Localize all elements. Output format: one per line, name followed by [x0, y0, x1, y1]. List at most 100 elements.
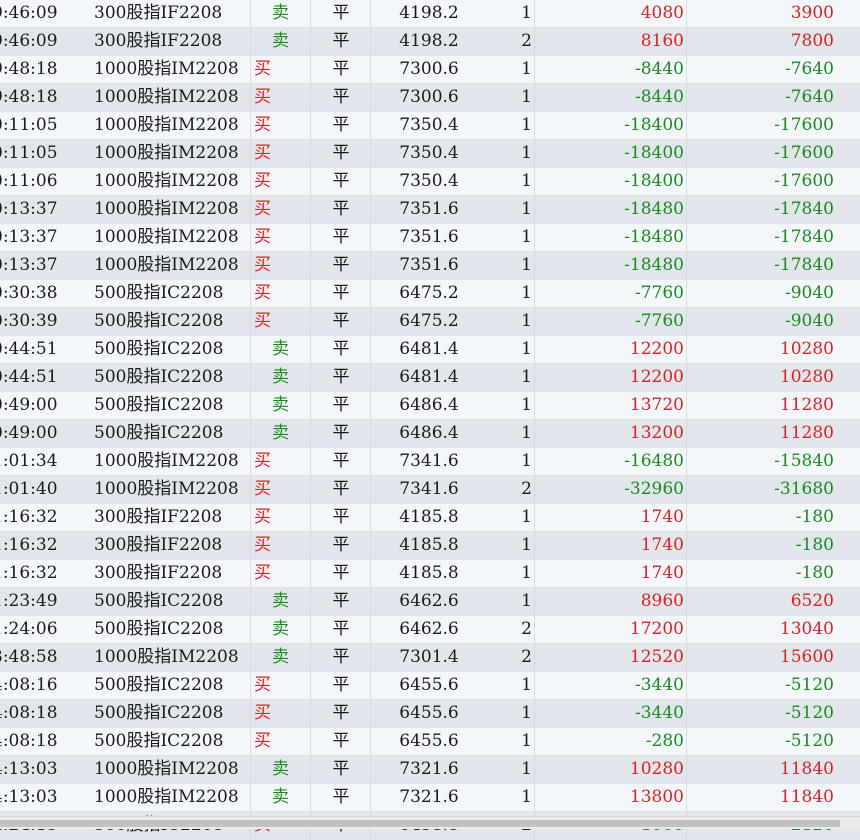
- trade-time-cell: 0:11:06: [0, 171, 58, 191]
- table-row[interactable]: 0:30:38 500股指IC2208 买 平 6475.2 1 -7760 -…: [0, 280, 860, 308]
- contract-name-cell: 300股指IF2208: [94, 3, 223, 23]
- direction-cell: 买: [254, 115, 271, 135]
- trade-price-cell: 7341.6: [399, 479, 459, 499]
- pnl-alt-cell: -9040: [784, 283, 834, 303]
- table-row[interactable]: 1:01:34 1000股指IM2208 买 平 7341.6 1 -16480…: [0, 448, 860, 476]
- direction-cell: 买: [254, 479, 271, 499]
- trade-price-cell: 7321.6: [399, 759, 459, 779]
- table-row[interactable]: 0:49:00 500股指IC2208 卖 平 6486.4 1 13720 1…: [0, 392, 860, 420]
- table-row[interactable]: 0:13:37 1000股指IM2208 买 平 7351.6 1 -18480…: [0, 252, 860, 280]
- table-row[interactable]: 1:16:32 300股指IF2208 买 平 4185.8 1 1740 -1…: [0, 504, 860, 532]
- direction-cell: 买: [254, 171, 271, 191]
- trade-price-cell: 6475.2: [399, 283, 459, 303]
- trade-price-cell: 6462.6: [399, 619, 459, 639]
- table-row[interactable]: 0:11:06 1000股指IM2208 买 平 7350.4 1 -18400…: [0, 168, 860, 196]
- trade-time-cell: 1:24:06: [0, 619, 58, 639]
- offset-cell: 平: [332, 339, 350, 359]
- pnl-cell: 12200: [629, 339, 684, 359]
- table-row[interactable]: 0:49:00 500股指IC2208 卖 平 6486.4 1 13200 1…: [0, 420, 860, 448]
- table-row[interactable]: 1:24:06 500股指IC2208 卖 平 6462.6 2 17200 1…: [0, 616, 860, 644]
- pnl-cell: -16480: [624, 451, 684, 471]
- contract-name-cell: 500股指IC2208: [94, 731, 224, 751]
- offset-cell: 平: [332, 115, 350, 135]
- offset-cell: 平: [332, 647, 350, 667]
- table-row[interactable]: 0:30:39 500股指IC2208 买 平 6475.2 1 -7760 -…: [0, 308, 860, 336]
- quantity-cell: 1: [521, 423, 532, 443]
- pnl-cell: 12200: [629, 367, 684, 387]
- pnl-cell: -32960: [624, 479, 684, 499]
- table-row[interactable]: 0:44:51 500股指IC2208 卖 平 6481.4 1 12200 1…: [0, 364, 860, 392]
- offset-cell: 平: [332, 31, 350, 51]
- quantity-cell: 1: [521, 311, 532, 331]
- direction-cell: 卖: [272, 367, 289, 387]
- table-row[interactable]: 4:13:03 1000股指IM2208 卖 平 7321.6 1 13800 …: [0, 784, 860, 812]
- trade-price-cell: 7341.6: [399, 451, 459, 471]
- quantity-cell: 1: [521, 255, 532, 275]
- offset-cell: 平: [332, 507, 350, 527]
- pnl-alt-cell: -31680: [774, 479, 834, 499]
- table-row[interactable]: 0:13:37 1000股指IM2208 买 平 7351.6 1 -18480…: [0, 224, 860, 252]
- pnl-alt-cell: 6520: [790, 591, 834, 611]
- contract-name-cell: 500股指IC2208: [94, 619, 224, 639]
- offset-cell: 平: [332, 367, 350, 387]
- contract-name-cell: 500股指IC2208: [94, 283, 224, 303]
- trade-time-cell: 9:48:18: [0, 59, 58, 79]
- table-row[interactable]: 1:16:32 300股指IF2208 买 平 4185.8 1 1740 -1…: [0, 560, 860, 588]
- trade-time-cell: 9:46:09: [0, 3, 58, 23]
- quantity-cell: 1: [521, 675, 532, 695]
- trade-price-cell: 7350.4: [399, 171, 459, 191]
- horizontal-scrollbar[interactable]: [0, 816, 860, 829]
- pnl-cell: -280: [645, 731, 684, 751]
- table-row[interactable]: 9:46:09 300股指IF2208 卖 平 4198.2 2 8160 78…: [0, 28, 860, 56]
- offset-cell: 平: [332, 311, 350, 331]
- table-row[interactable]: 1:01:40 1000股指IM2208 买 平 7341.6 2 -32960…: [0, 476, 860, 504]
- offset-cell: 平: [332, 227, 350, 247]
- pnl-alt-cell: 11840: [779, 787, 834, 807]
- table-row[interactable]: 1:16:32 300股指IF2208 买 平 4185.8 1 1740 -1…: [0, 532, 860, 560]
- scrollbar-thumb[interactable]: [0, 820, 840, 827]
- table-row[interactable]: 9:46:09 300股指IF2208 卖 平 4198.2 1 4080 39…: [0, 0, 860, 28]
- contract-name-cell: 500股指IC2208: [94, 339, 224, 359]
- trade-price-cell: 7351.6: [399, 227, 459, 247]
- trade-time-cell: 9:48:18: [0, 87, 58, 107]
- trade-time-cell: 4:13:03: [0, 787, 58, 807]
- pnl-cell: -8440: [634, 59, 684, 79]
- quantity-cell: 1: [521, 759, 532, 779]
- table-row[interactable]: 0:44:51 500股指IC2208 卖 平 6481.4 1 12200 1…: [0, 336, 860, 364]
- quantity-cell: 1: [521, 3, 532, 23]
- table-row[interactable]: 4:08:18 500股指IC2208 买 平 6455.6 1 -280 -5…: [0, 728, 860, 756]
- pnl-cell: -7760: [634, 311, 684, 331]
- offset-cell: 平: [332, 3, 350, 23]
- trade-time-cell: 0:49:00: [0, 395, 58, 415]
- table-row[interactable]: 4:13:03 1000股指IM2208 卖 平 7321.6 1 10280 …: [0, 756, 860, 784]
- quantity-cell: 1: [521, 283, 532, 303]
- table-row[interactable]: 3:48:58 1000股指IM2208 卖 平 7301.4 2 12520 …: [0, 644, 860, 672]
- table-row[interactable]: 4:08:18 500股指IC2208 买 平 6455.6 1 -3440 -…: [0, 700, 860, 728]
- table-row[interactable]: 9:48:18 1000股指IM2208 买 平 7300.6 1 -8440 …: [0, 84, 860, 112]
- pnl-cell: -3440: [634, 675, 684, 695]
- offset-cell: 平: [332, 535, 350, 555]
- direction-cell: 买: [254, 311, 271, 331]
- direction-cell: 买: [254, 563, 271, 583]
- trade-price-cell: 7350.4: [399, 115, 459, 135]
- pnl-alt-cell: -5120: [784, 731, 834, 751]
- table-row[interactable]: 0:11:05 1000股指IM2208 买 平 7350.4 1 -18400…: [0, 140, 860, 168]
- contract-name-cell: 1000股指IM2208: [94, 647, 239, 667]
- trade-price-cell: 4198.2: [399, 3, 459, 23]
- pnl-cell: 13800: [629, 787, 684, 807]
- contract-name-cell: 500股指IC2208: [94, 395, 224, 415]
- trade-time-cell: 0:30:38: [0, 283, 58, 303]
- table-row[interactable]: 9:48:18 1000股指IM2208 买 平 7300.6 1 -8440 …: [0, 56, 860, 84]
- trade-time-cell: 1:16:32: [0, 563, 58, 583]
- trade-price-cell: 7301.4: [399, 647, 459, 667]
- table-row[interactable]: 0:13:37 1000股指IM2208 买 平 7351.6 1 -18480…: [0, 196, 860, 224]
- direction-cell: 卖: [272, 591, 289, 611]
- pnl-cell: -18480: [624, 255, 684, 275]
- table-row[interactable]: 0:11:05 1000股指IM2208 买 平 7350.4 1 -18400…: [0, 112, 860, 140]
- direction-cell: 买: [254, 59, 271, 79]
- trade-time-cell: 0:11:05: [0, 143, 58, 163]
- table-row[interactable]: 4:08:16 500股指IC2208 买 平 6455.6 1 -3440 -…: [0, 672, 860, 700]
- trade-time-cell: 3:48:58: [0, 647, 58, 667]
- direction-cell: 买: [254, 227, 271, 247]
- table-row[interactable]: 1:23:49 500股指IC2208 卖 平 6462.6 1 8960 65…: [0, 588, 860, 616]
